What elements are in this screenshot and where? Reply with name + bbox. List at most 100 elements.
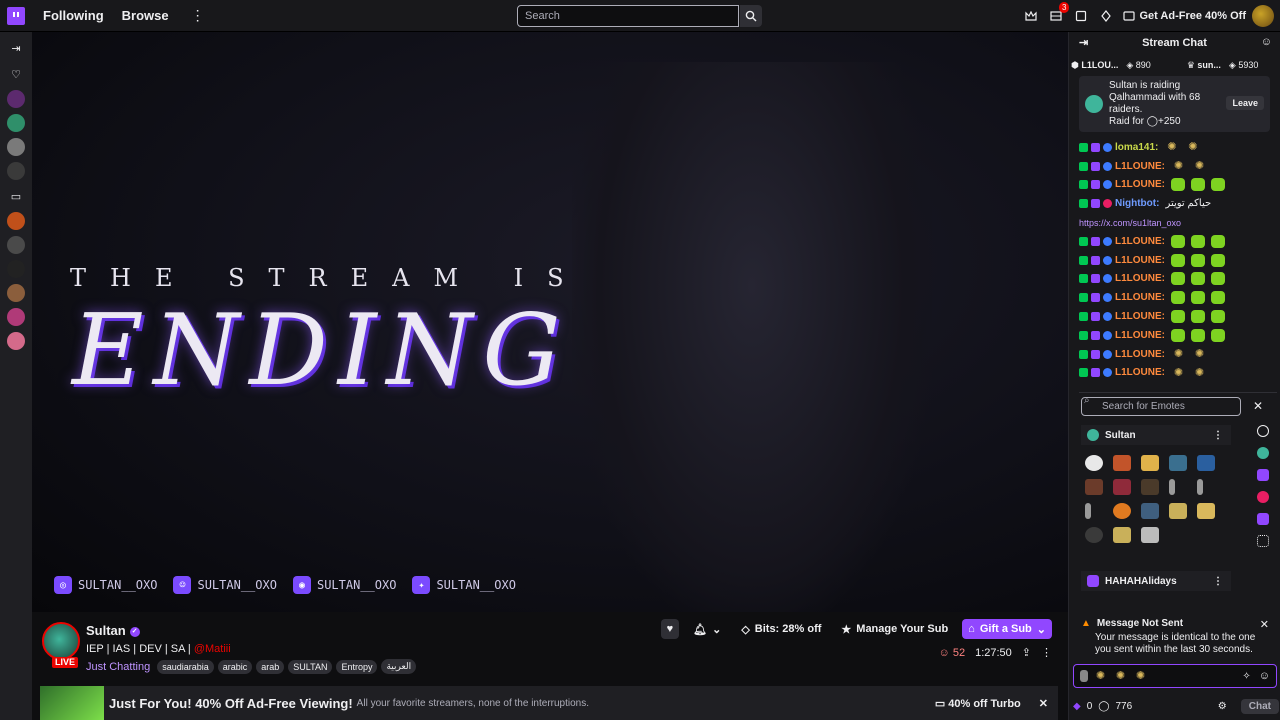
recent-emotes-icon[interactable] — [1257, 425, 1269, 437]
chat-username[interactable]: L1LOUNE: — [1115, 161, 1165, 172]
emote-section-header[interactable]: Sultan ⋮ — [1081, 425, 1231, 445]
chat-emote[interactable] — [1211, 272, 1225, 286]
chat-badge-icon[interactable] — [1079, 142, 1088, 152]
chat-username[interactable]: L1LOUNE: — [1115, 255, 1165, 266]
chat-emote[interactable] — [1191, 178, 1205, 192]
channel-avatar[interactable] — [7, 138, 25, 156]
more-menu-icon[interactable]: ⋮ — [191, 7, 205, 24]
emote[interactable] — [1141, 479, 1159, 495]
channel-avatar[interactable] — [7, 260, 25, 278]
chat-emote[interactable] — [1171, 234, 1185, 248]
chat-link[interactable]: https://x.com/su1ltan_oxo — [1079, 213, 1280, 232]
chat-emote[interactable] — [1211, 310, 1225, 324]
emote[interactable] — [1113, 455, 1131, 471]
emote[interactable] — [1169, 479, 1175, 495]
expand-sidebar-icon[interactable]: ⇥ — [6, 38, 26, 58]
chat-username[interactable]: L1LOUNE: — [1115, 349, 1165, 360]
share-icon[interactable]: ⇪ — [1022, 646, 1031, 659]
chat-badge-icon[interactable] — [1091, 142, 1100, 152]
chat-emote[interactable] — [1211, 178, 1225, 192]
more-options-icon[interactable]: ⋮ — [1041, 646, 1052, 659]
stream-title-mention[interactable]: @Matiii — [194, 643, 231, 655]
chat-emote[interactable]: ✺ — [1192, 347, 1207, 361]
chat-badge-icon[interactable] — [1079, 180, 1088, 190]
emote[interactable] — [1085, 527, 1103, 543]
user-avatar[interactable] — [1252, 5, 1274, 27]
chat-badge-icon[interactable] — [1079, 161, 1088, 171]
chat-badge-icon[interactable] — [1103, 142, 1112, 152]
chat-username[interactable]: L1LOUNE: — [1115, 311, 1165, 322]
chat-emote[interactable]: ✺ — [1192, 159, 1207, 173]
emote[interactable] — [1169, 503, 1187, 519]
gift-sub-button[interactable]: ⌂ Gift a Sub ⌄ — [962, 619, 1052, 639]
search-button[interactable] — [740, 5, 762, 27]
chat-badge-icon[interactable] — [1103, 368, 1112, 378]
chat-badge-icon[interactable] — [1103, 330, 1112, 340]
channel-avatar[interactable] — [7, 212, 25, 230]
channel-avatar[interactable] — [7, 114, 25, 132]
chat-emote[interactable] — [1171, 272, 1185, 286]
chat-emote[interactable]: ✺ — [1164, 140, 1179, 154]
emote[interactable] — [1113, 527, 1131, 543]
chat-username[interactable]: L1LOUNE: — [1115, 273, 1165, 284]
chat-emote[interactable] — [1191, 310, 1205, 324]
chat-emote[interactable] — [1211, 253, 1225, 267]
emote[interactable] — [1085, 503, 1091, 519]
bits-icon[interactable] — [1098, 8, 1114, 24]
settings-icon[interactable]: ⚙ — [1218, 701, 1227, 712]
notifications-button[interactable]: 🔔︎ ⌄ — [687, 619, 727, 639]
chat-badge-icon[interactable] — [1091, 199, 1100, 209]
community-icon[interactable]: ☺ — [1261, 36, 1272, 48]
chat-username[interactable]: loma141: — [1115, 142, 1158, 153]
chat-username[interactable]: L1LOUNE: — [1115, 292, 1165, 303]
category-link[interactable]: Just Chatting — [86, 661, 150, 673]
grid-icon[interactable] — [1257, 535, 1269, 547]
chat-badge-icon[interactable] — [1079, 274, 1088, 284]
chat-username[interactable]: L1LOUNE: — [1115, 179, 1165, 190]
emote[interactable] — [1113, 479, 1131, 495]
chat-emote[interactable] — [1211, 234, 1225, 248]
chat-badge-icon[interactable] — [1079, 349, 1088, 359]
chat-badge-icon[interactable] — [1103, 255, 1112, 265]
chat-badge-icon[interactable] — [1091, 312, 1100, 322]
emote[interactable] — [1197, 503, 1215, 519]
emote[interactable] — [1085, 455, 1103, 471]
channel-avatar[interactable] — [7, 90, 25, 108]
channel-avatar[interactable] — [7, 162, 25, 180]
chat-badge-icon[interactable] — [1103, 312, 1112, 322]
chat-badge-icon[interactable] — [1079, 236, 1088, 246]
chat-emote[interactable] — [1211, 328, 1225, 342]
chat-badge-icon[interactable] — [1091, 349, 1100, 359]
chat-badge-icon[interactable] — [1079, 312, 1088, 322]
chat-badge-icon[interactable] — [1079, 330, 1088, 340]
twitch-emotes-icon[interactable] — [1257, 513, 1269, 525]
chat-username[interactable]: Nightbot: — [1115, 198, 1159, 209]
channel-emotes-icon[interactable] — [1257, 447, 1269, 459]
emote-search-input[interactable]: Search for Emotes — [1081, 397, 1241, 416]
chat-emote[interactable] — [1171, 291, 1185, 305]
leaderboard-entry[interactable]: ⬢ L1LOU... — [1071, 60, 1118, 71]
chat-badge-icon[interactable] — [1103, 180, 1112, 190]
chat-emote[interactable] — [1191, 291, 1205, 305]
chat-badge-icon[interactable] — [1079, 368, 1088, 378]
chat-emote[interactable] — [1191, 253, 1205, 267]
chat-badge-icon[interactable] — [1091, 330, 1100, 340]
manage-sub-button[interactable]: ★ Manage Your Sub — [835, 619, 954, 639]
chat-badge-icon[interactable] — [1091, 161, 1100, 171]
chat-badge-icon[interactable] — [1103, 274, 1112, 284]
tag[interactable]: العربية — [381, 659, 417, 674]
tag[interactable]: arabic — [217, 659, 253, 674]
turbo-button[interactable]: ▭ 40% off Turbo — [935, 697, 1021, 710]
bits-button[interactable]: ◇ Bits: 28% off — [735, 619, 827, 639]
chat-emote[interactable]: ✺ — [1185, 140, 1200, 154]
tag[interactable]: saudiarabia — [157, 659, 214, 674]
twitch-logo-icon[interactable] — [7, 6, 25, 25]
chat-emote[interactable] — [1171, 253, 1185, 267]
category-icon[interactable] — [1257, 469, 1269, 481]
whispers-icon[interactable] — [1073, 8, 1089, 24]
chat-badge-icon[interactable] — [1091, 180, 1100, 190]
close-icon[interactable]: ✕ — [1253, 399, 1263, 413]
chat-badge-icon[interactable] — [1091, 274, 1100, 284]
emote[interactable] — [1113, 503, 1131, 519]
chat-badge-icon[interactable] — [1103, 293, 1112, 303]
